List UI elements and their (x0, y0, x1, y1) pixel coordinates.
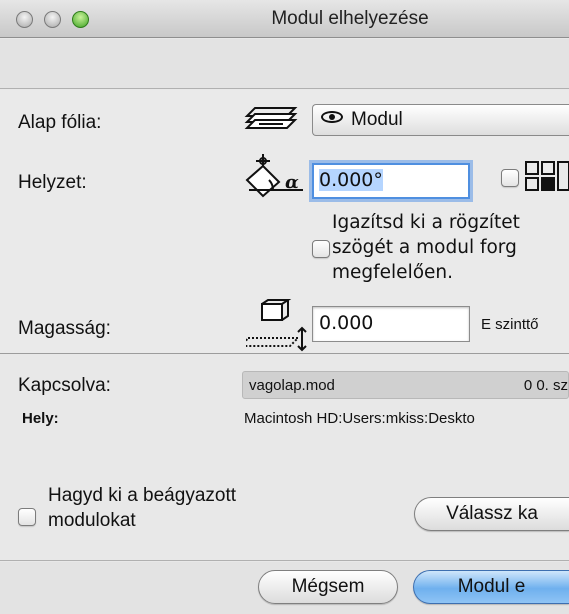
elevation-label: Magasság: (18, 318, 111, 339)
close-window-button[interactable] (16, 11, 33, 28)
elevation-icon (246, 299, 307, 352)
layer-stack-icon (244, 107, 298, 129)
choose-button[interactable]: Válassz ka (414, 497, 569, 531)
window-title: Modul elhelyezése (271, 8, 429, 29)
place-module-button[interactable]: Modul e (413, 570, 569, 604)
skip-nested-label-line-2: modulokat (48, 510, 136, 531)
toolbar-band (0, 39, 569, 89)
elevation-reference-label: E szinttő (481, 316, 539, 333)
location-label: Hely: (22, 410, 59, 427)
skip-nested-modules-checkbox[interactable] (18, 508, 36, 526)
elevation-input[interactable]: 0.000 (312, 306, 470, 342)
align-rotation-checkbox[interactable] (312, 240, 330, 258)
position-option-checkbox[interactable] (501, 169, 519, 187)
linked-label: Kapcsolva: (18, 375, 111, 396)
skip-nested-label-line-1: Hagyd ki a beágyazott (48, 485, 237, 506)
layer-value: Modul (351, 109, 403, 130)
align-text-line-2: szögét a modul forg (332, 237, 517, 258)
svg-text:α: α (285, 172, 299, 193)
element-grid-icon (525, 161, 569, 191)
linked-story: 0 0. sz (523, 377, 568, 394)
rotation-angle-icon: α (245, 154, 303, 198)
location-value: Macintosh HD:Users:mkiss:Deskto (244, 410, 475, 427)
align-text-line-1: Igazítsd ki a rögzítet (332, 212, 520, 233)
angle-value: 0.000° (319, 169, 383, 191)
position-label: Helyzet: (18, 172, 87, 193)
linked-file-name: vagolap.mod (249, 377, 335, 394)
linked-file-field: vagolap.mod 0 0. sz (242, 371, 569, 399)
align-text-line-3: megfelelően. (332, 262, 454, 283)
zoom-window-button[interactable] (72, 11, 89, 28)
minimize-window-button[interactable] (44, 11, 61, 28)
cancel-button[interactable]: Mégsem (258, 570, 398, 604)
layer-popup[interactable]: Modul (312, 104, 569, 136)
eye-icon (321, 111, 343, 123)
layer-label: Alap fólia: (18, 112, 102, 133)
angle-input[interactable]: 0.000° (312, 163, 470, 199)
title-bar: Modul elhelyezése (0, 0, 569, 38)
